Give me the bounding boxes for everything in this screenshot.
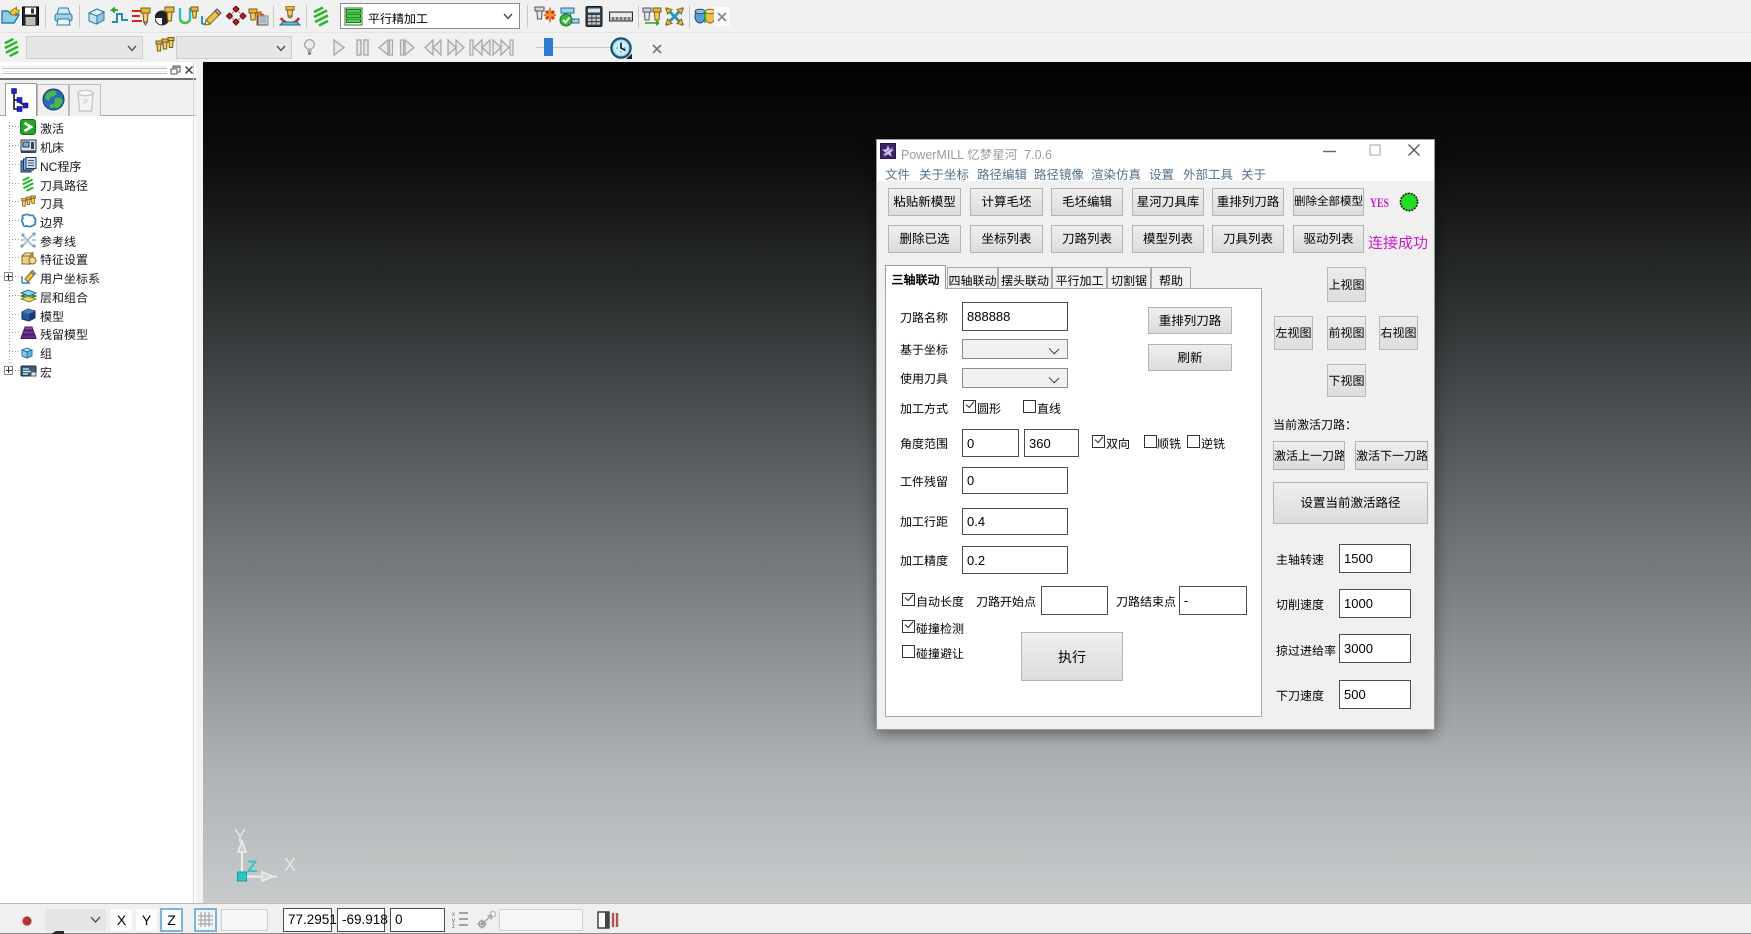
svg-text:Z: Z <box>247 857 257 876</box>
svg-text:X: X <box>284 855 296 875</box>
svg-text:Y: Y <box>234 828 246 846</box>
svg-text:z: z <box>452 924 455 930</box>
